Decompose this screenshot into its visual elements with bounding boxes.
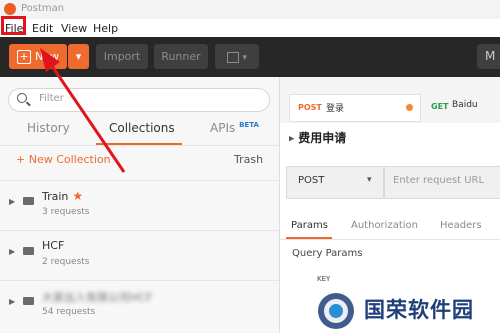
- watermark-globe-icon: [318, 293, 354, 329]
- watermark-text: 国荣软件园: [364, 298, 474, 322]
- annotation-arrow: [40, 48, 126, 173]
